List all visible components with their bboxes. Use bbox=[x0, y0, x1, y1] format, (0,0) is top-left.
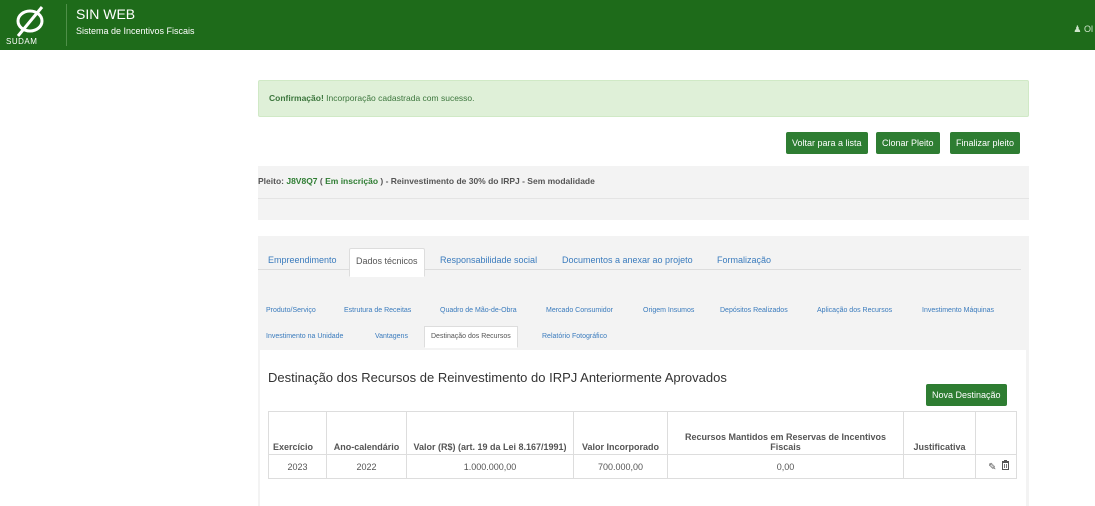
tab-formalizacao[interactable]: Formalização bbox=[711, 248, 777, 276]
pleito-description: - Reinvestimento de 30% do IRPJ - Sem mo… bbox=[383, 176, 595, 186]
cell-actions: ✎ bbox=[975, 454, 1017, 479]
cell-valor-incorporado: 700.000,00 bbox=[573, 454, 668, 479]
subtab-aplicacao-recursos[interactable]: Aplicação dos Recursos bbox=[817, 307, 892, 314]
tab-documentos[interactable]: Documentos a anexar ao projeto bbox=[556, 248, 699, 276]
clone-pleito-button[interactable]: Clonar Pleito bbox=[876, 132, 940, 154]
subtab-origem-insumos[interactable]: Origem Insumos bbox=[643, 307, 694, 314]
alert-strong: Confirmação! bbox=[269, 93, 324, 103]
user-menu[interactable]: ♟ Ol bbox=[1073, 24, 1093, 35]
user-icon: ♟ bbox=[1073, 24, 1082, 34]
col-exercicio: Exercício bbox=[268, 411, 327, 455]
top-navbar: SUDAM SIN WEB Sistema de Incentivos Fisc… bbox=[0, 0, 1095, 50]
cell-ano-calendario: 2022 bbox=[326, 454, 407, 479]
pleito-status: Em inscrição bbox=[325, 176, 379, 186]
pleito-info-panel: Pleito: J8V8Q7 ( Em inscrição ) - Reinve… bbox=[258, 166, 1029, 220]
subtab-investimento-unidade[interactable]: Investimento na Unidade bbox=[266, 333, 343, 340]
pleito-prefix: Pleito: bbox=[258, 176, 287, 186]
tab-dados-tecnicos[interactable]: Dados técnicos bbox=[349, 248, 425, 277]
tab-responsabilidade-social[interactable]: Responsabilidade social bbox=[434, 248, 543, 276]
col-valor-lei: Valor (R$) (art. 19 da Lei 8.167/1991) bbox=[406, 411, 574, 455]
col-recursos-mantidos: Recursos Mantidos em Reservas de Incenti… bbox=[667, 411, 904, 455]
back-to-list-button[interactable]: Voltar para a lista bbox=[786, 132, 868, 154]
col-ano-calendario: Ano-calendário bbox=[326, 411, 407, 455]
pencil-icon[interactable]: ✎ bbox=[988, 462, 996, 473]
subtab-mercado-consumidor[interactable]: Mercado Consumidor bbox=[546, 307, 613, 314]
subtab-produto-servico[interactable]: Produto/Serviço bbox=[266, 307, 316, 314]
col-valor-incorporado: Valor Incorporado bbox=[573, 411, 668, 455]
subtab-vantagens[interactable]: Vantagens bbox=[375, 333, 408, 340]
main-tabs: Empreendimento Dados técnicos Responsabi… bbox=[258, 242, 1021, 277]
col-justificativa: Justificativa bbox=[903, 411, 976, 455]
pleito-divider bbox=[258, 198, 1029, 199]
subtab-quadro-mao-de-obra[interactable]: Quadro de Mão-de-Obra bbox=[440, 307, 517, 314]
subtab-relatorio-fotografico[interactable]: Relatório Fotográfico bbox=[542, 333, 607, 340]
subtab-estrutura-receitas[interactable]: Estrutura de Receitas bbox=[344, 307, 411, 314]
success-alert: Confirmação! Incorporação cadastrada com… bbox=[258, 80, 1029, 117]
cell-exercicio: 2023 bbox=[268, 454, 327, 479]
pleito-line: Pleito: J8V8Q7 ( Em inscrição ) - Reinve… bbox=[258, 176, 595, 186]
table-row: 2023 2022 1.000.000,00 700.000,00 0,00 ✎ bbox=[268, 454, 1017, 479]
cell-justificativa bbox=[903, 454, 976, 479]
cell-valor-lei: 1.000.000,00 bbox=[406, 454, 574, 479]
pleito-status-open: ( bbox=[317, 176, 326, 186]
finish-pleito-button[interactable]: Finalizar pleito bbox=[950, 132, 1021, 154]
subtab-depositos-realizados[interactable]: Depósitos Realizados bbox=[720, 307, 788, 314]
subtab-destinacao-recursos[interactable]: Destinação dos Recursos bbox=[424, 326, 518, 348]
user-label: Ol bbox=[1084, 24, 1093, 34]
subtab-investimento-maquinas[interactable]: Investimento Máquinas bbox=[922, 307, 994, 314]
cell-recursos-mantidos: 0,00 bbox=[667, 454, 904, 479]
header-divider bbox=[66, 4, 67, 46]
nova-destinacao-button[interactable]: Nova Destinação bbox=[926, 384, 1007, 406]
section-title: Destinação dos Recursos de Reinvestiment… bbox=[268, 370, 727, 385]
col-actions bbox=[975, 411, 1017, 455]
logo-text: SUDAM bbox=[6, 37, 38, 46]
pleito-code: J8V8Q7 bbox=[286, 176, 318, 186]
trash-icon[interactable] bbox=[1001, 460, 1010, 473]
destinacao-table: Exercício Ano-calendário Valor (R$) (art… bbox=[268, 411, 1017, 479]
main-panel: Empreendimento Dados técnicos Responsabi… bbox=[258, 236, 1029, 506]
app-subtitle: Sistema de Incentivos Fiscais bbox=[76, 26, 195, 36]
alert-message: Incorporação cadastrada com sucesso. bbox=[323, 93, 475, 103]
table-header-row: Exercício Ano-calendário Valor (R$) (art… bbox=[268, 411, 1017, 455]
tab-content: Destinação dos Recursos de Reinvestiment… bbox=[260, 350, 1026, 506]
app-title[interactable]: SIN WEB bbox=[76, 6, 135, 22]
tab-empreendimento[interactable]: Empreendimento bbox=[262, 248, 343, 276]
